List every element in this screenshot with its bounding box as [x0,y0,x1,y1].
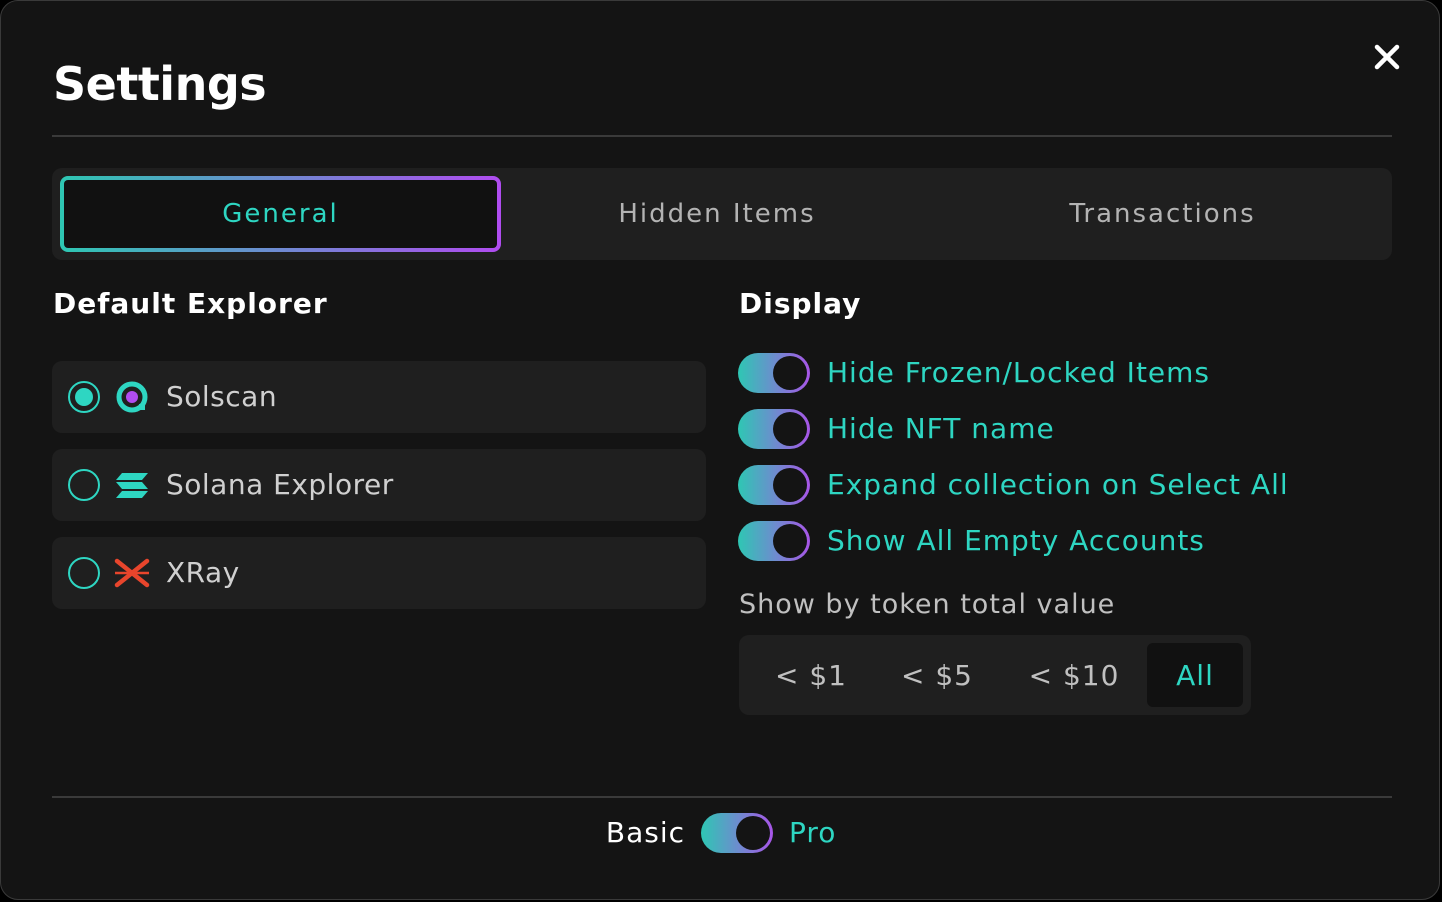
close-button[interactable] [1367,37,1407,77]
explorer-label-xray: XRay [166,556,240,589]
xray-radio[interactable] [68,557,100,589]
solana-explorer-radio[interactable] [68,469,100,501]
label-show-empty-accounts: Show All Empty Accounts [827,524,1205,557]
toggle-expand-collection[interactable] [738,465,810,505]
mode-toggle[interactable] [701,813,773,853]
solana-icon [116,473,148,498]
solscan-icon [116,381,148,413]
settings-tabs: General Hidden Items Transactions [52,168,1392,260]
explorer-option-solscan[interactable]: Solscan [52,361,706,433]
toggle-hide-nft-name[interactable] [738,409,810,449]
explorer-label-solana-explorer: Solana Explorer [166,468,394,501]
token-value-filter: < $1 < $5 < $10 All [739,635,1251,715]
mode-pro-label: Pro [789,816,837,849]
close-icon [1374,44,1400,70]
settings-modal: Settings General Hidden Items Transactio… [0,0,1440,900]
explorer-option-solana-explorer[interactable]: Solana Explorer [52,449,706,521]
label-hide-nft-name: Hide NFT name [827,412,1055,445]
token-filter-label: Show by token total value [739,589,1116,620]
xray-icon [114,558,150,588]
toggle-hide-frozen[interactable] [738,353,810,393]
display-heading: Display [739,287,862,320]
filter-lt-10-button[interactable]: < $10 [1001,643,1147,707]
solscan-radio[interactable] [68,381,100,413]
default-explorer-heading: Default Explorer [53,287,328,320]
tab-general[interactable]: General [60,176,501,252]
footer-divider [52,796,1392,798]
label-hide-frozen: Hide Frozen/Locked Items [827,356,1211,389]
explorer-label-solscan: Solscan [166,380,278,413]
header-divider [52,135,1392,137]
label-expand-collection: Expand collection on Select All [827,468,1289,501]
page-title: Settings [53,57,267,111]
filter-lt-5-button[interactable]: < $5 [875,643,999,707]
mode-basic-label: Basic [605,816,685,849]
filter-lt-1-button[interactable]: < $1 [749,643,873,707]
toggle-show-empty-accounts[interactable] [738,521,810,561]
filter-all-button[interactable]: All [1147,643,1243,707]
tab-hidden-items[interactable]: Hidden Items [501,168,933,260]
tab-transactions[interactable]: Transactions [933,168,1392,260]
explorer-option-xray[interactable]: XRay [52,537,706,609]
